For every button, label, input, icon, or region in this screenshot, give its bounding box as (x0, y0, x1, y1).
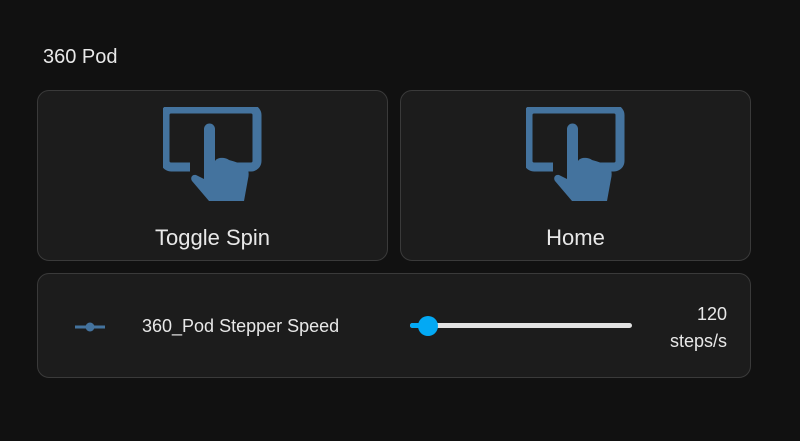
gesture-tap-button-icon (162, 107, 261, 201)
value-unit: steps/s (669, 331, 727, 351)
gesture-tap-button-icon (525, 107, 624, 201)
home-button[interactable]: Home (400, 90, 751, 261)
stepper-speed-row: 360_Pod Stepper Speed 120 steps/s (37, 273, 751, 378)
stepper-speed-label: 360_Pod Stepper Speed (142, 316, 340, 336)
ray-vertex-icon (75, 322, 105, 332)
section-title: 360 Pod (43, 46, 118, 68)
stepper-speed-slider[interactable] (410, 315, 632, 336)
toggle-spin-button[interactable]: Toggle Spin (37, 90, 388, 261)
slider-thumb[interactable] (417, 315, 438, 336)
stepper-speed-value: 120 steps/s (670, 301, 727, 355)
value-number: 120 (696, 304, 727, 324)
toggle-spin-label: Toggle Spin (155, 225, 270, 250)
home-label: Home (546, 225, 605, 250)
